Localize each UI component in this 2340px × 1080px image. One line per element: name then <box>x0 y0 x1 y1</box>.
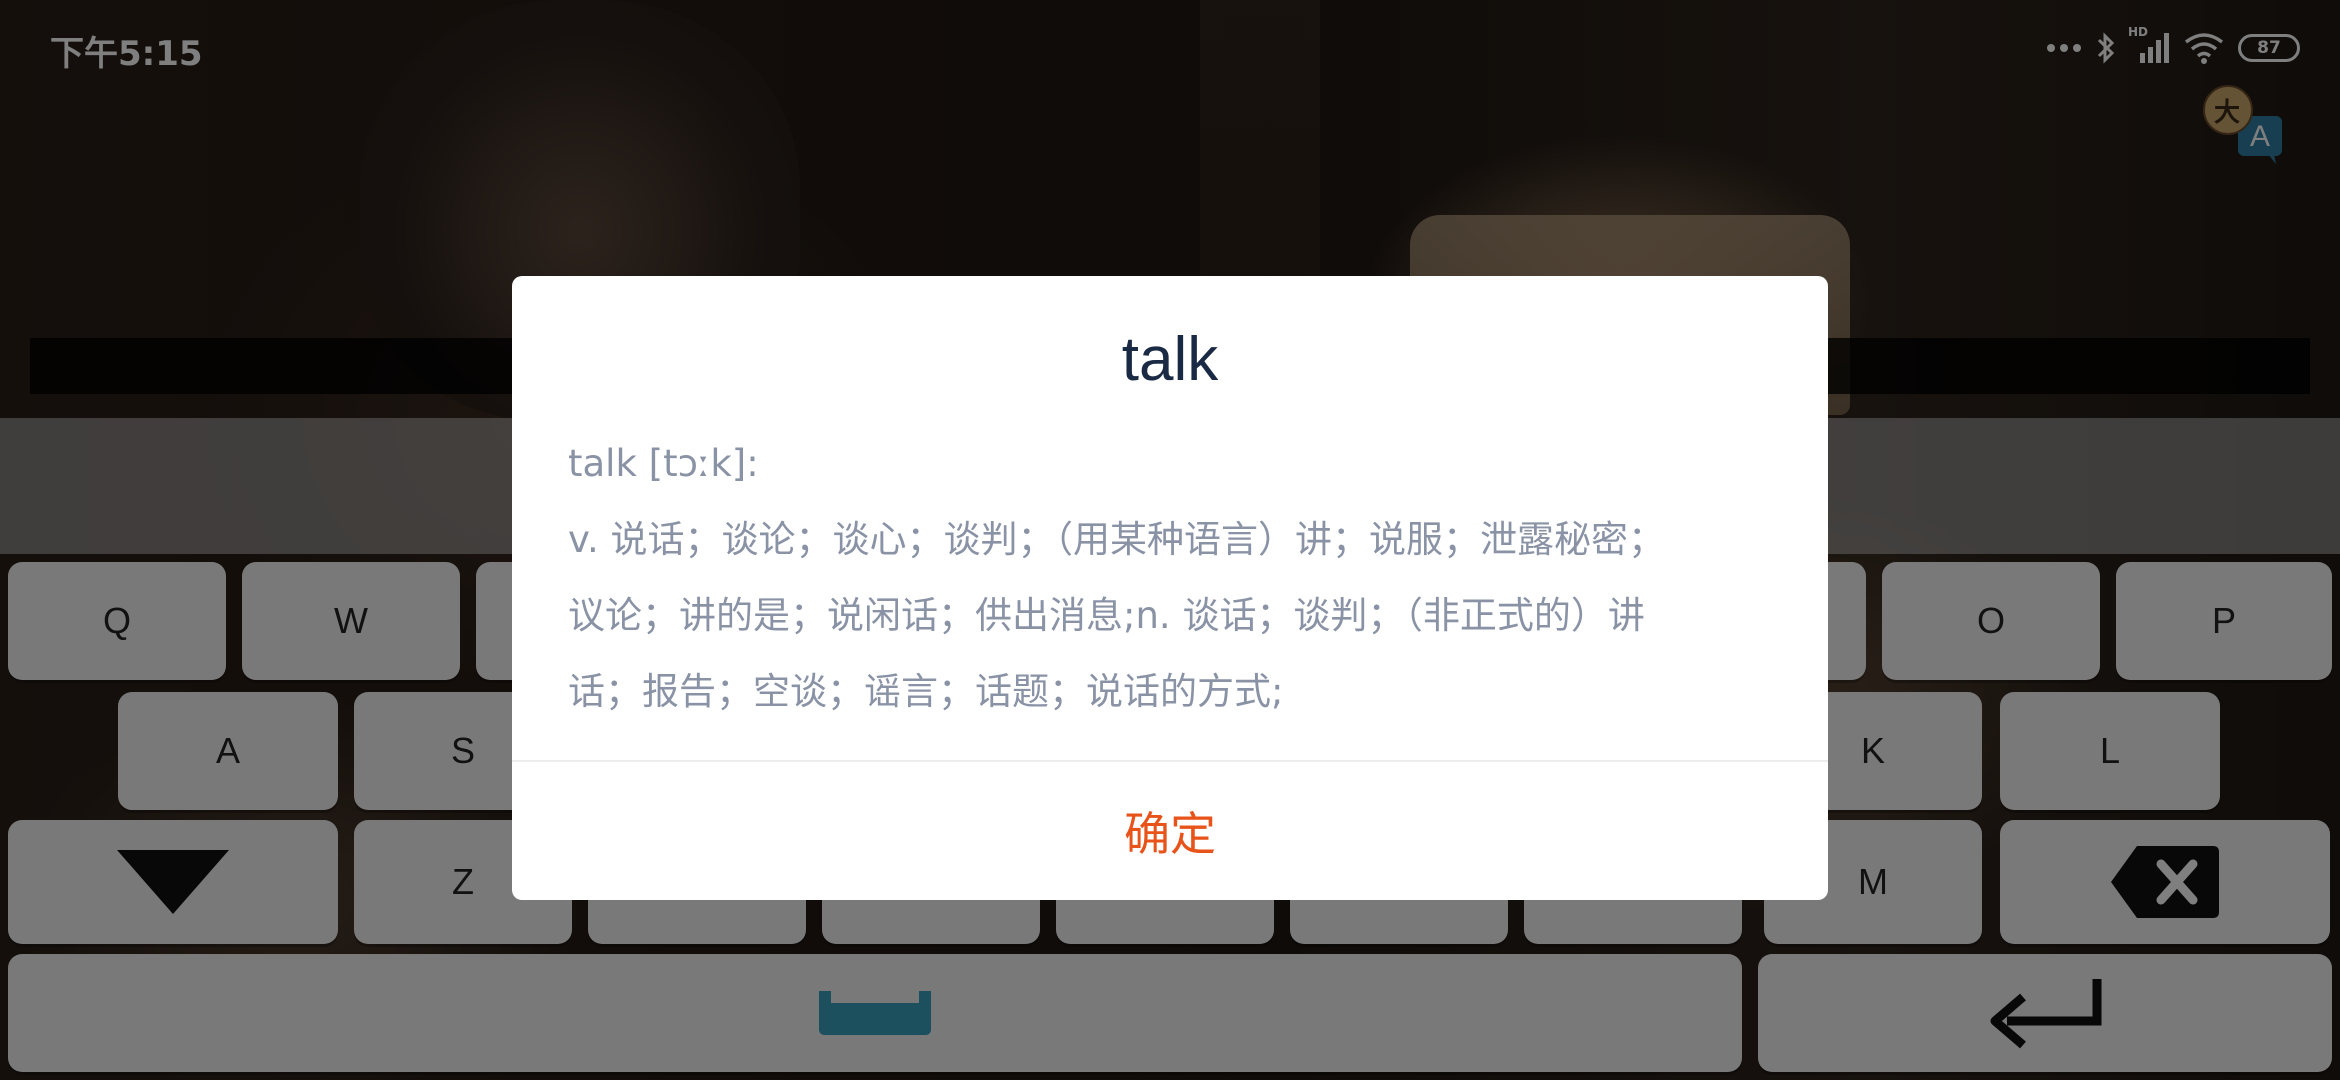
dialog-body: talk [tɔːk]: v. 说话；谈论；谈心；谈判；（用某种语言）讲；说服；… <box>568 426 1768 730</box>
dialog-title: talk <box>1121 325 1219 394</box>
confirm-button[interactable]: 确定 <box>512 762 1828 900</box>
screen: 下午5:15 HD 87 大 A Q W <box>0 0 2340 1080</box>
definition-line-1: v. 说话；谈论；谈心；谈判；（用某种语言）讲；说服；泄露秘密； <box>568 518 1666 561</box>
word-definition-dialog: talk talk [tɔːk]: v. 说话；谈论；谈心；谈判；（用某种语言）… <box>512 276 1828 900</box>
definition-line-3: 话；报告；空谈；谣言；话题；说话的方式; <box>568 670 1284 713</box>
phonetic-line: talk [tɔːk]: <box>568 442 759 485</box>
definition-line-2: 议论；讲的是；说闲话；供出消息;n. 谈话；谈判；（非正式的）讲 <box>568 594 1645 637</box>
